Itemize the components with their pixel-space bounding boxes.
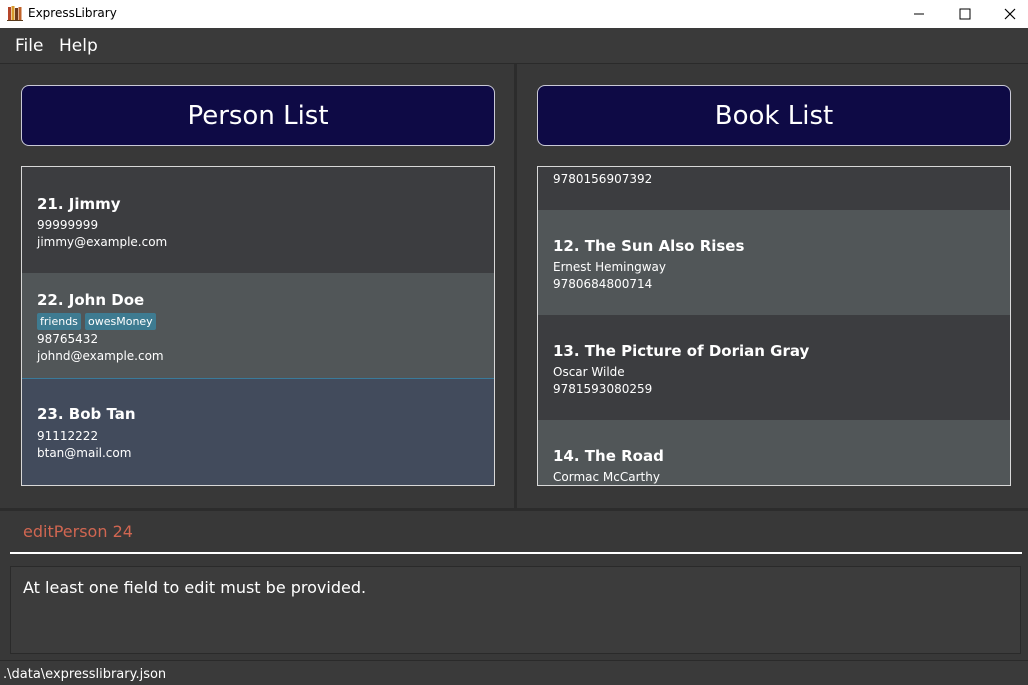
- split-divider[interactable]: [514, 64, 517, 508]
- result-panel: At least one field to edit must be provi…: [0, 557, 1028, 660]
- person-phone: 91112222: [37, 429, 99, 443]
- command-input[interactable]: [10, 511, 1022, 554]
- minimize-button[interactable]: [896, 0, 942, 28]
- book-card[interactable]: 12. The Sun Also Rises Ernest Hemingway …: [538, 210, 1010, 315]
- result-display[interactable]: At least one field to edit must be provi…: [10, 566, 1021, 654]
- book-author: Ernest Hemingway: [553, 260, 666, 274]
- person-email: jimmy@example.com: [37, 235, 168, 249]
- menu-help[interactable]: Help: [59, 36, 98, 56]
- person-card-selected[interactable]: 23. Bob Tan 91112222 btan@mail.com: [22, 378, 494, 485]
- book-title: 12. The Sun Also Rises: [553, 237, 745, 255]
- person-list-header: Person List: [21, 85, 495, 146]
- maximize-icon: [959, 8, 971, 20]
- menu-bar: File Help: [0, 28, 1028, 64]
- person-name: 21. Jimmy: [37, 195, 121, 213]
- book-card[interactable]: 14. The Road Cormac McCarthy: [538, 420, 1010, 485]
- book-title: 14. The Road: [553, 447, 664, 465]
- book-list[interactable]: 9780156907392 12. The Sun Also Rises Ern…: [537, 166, 1011, 486]
- person-name: 23. Bob Tan: [37, 405, 136, 423]
- book-isbn: 9781593080259: [553, 382, 653, 396]
- person-card[interactable]: 21. Jimmy 99999999 jimmy@example.com: [22, 167, 494, 273]
- title-bar: ExpressLibrary: [0, 0, 1028, 28]
- person-phone: 99999999: [37, 218, 99, 232]
- book-author: Cormac McCarthy: [553, 470, 660, 484]
- window-title: ExpressLibrary: [28, 6, 117, 20]
- book-card[interactable]: 13. The Picture of Dorian Gray Oscar Wil…: [538, 315, 1010, 420]
- command-box: [0, 511, 1028, 557]
- book-isbn: 9780684800714: [553, 277, 653, 291]
- book-title: 13. The Picture of Dorian Gray: [553, 342, 810, 360]
- books-icon: [7, 6, 23, 21]
- menu-file[interactable]: File: [15, 36, 43, 56]
- person-phone: 98765432: [37, 332, 99, 346]
- status-bar: .\data\expresslibrary.json: [0, 660, 1028, 685]
- book-card[interactable]: 9780156907392: [538, 167, 1010, 210]
- close-icon: [1004, 8, 1016, 20]
- tag-badge: friends: [37, 313, 81, 330]
- book-author: Oscar Wilde: [553, 365, 625, 379]
- save-location: .\data\expresslibrary.json: [3, 667, 167, 682]
- person-email: btan@mail.com: [37, 446, 132, 460]
- person-name: 22. John Doe: [37, 291, 145, 309]
- minimize-icon: [914, 13, 924, 15]
- person-list[interactable]: 21. Jimmy 99999999 jimmy@example.com 22.…: [21, 166, 495, 486]
- tag-badge: owesMoney: [85, 313, 156, 330]
- person-email: johnd@example.com: [37, 349, 164, 363]
- close-button[interactable]: [987, 0, 1028, 28]
- person-card[interactable]: 22. John Doe friends owesMoney 98765432 …: [22, 273, 494, 378]
- book-list-header: Book List: [537, 85, 1011, 146]
- book-isbn: 9780156907392: [553, 172, 653, 186]
- result-message: At least one field to edit must be provi…: [23, 578, 367, 597]
- maximize-button[interactable]: [942, 0, 988, 28]
